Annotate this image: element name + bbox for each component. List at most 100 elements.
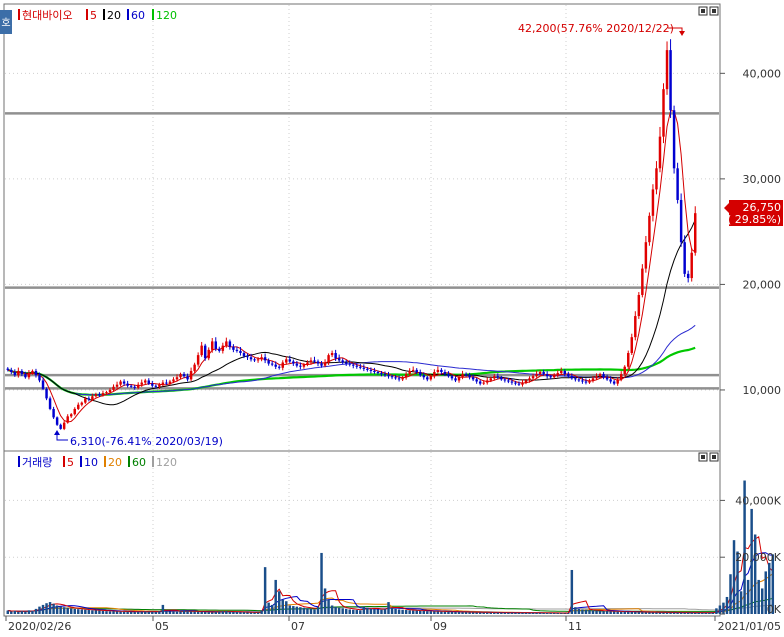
- price-tick-label: 40,000: [743, 67, 782, 80]
- volume-bar: [200, 611, 203, 614]
- volume-bar: [221, 611, 225, 614]
- volume-bar: [344, 608, 348, 614]
- volume-bar: [214, 612, 218, 614]
- volume-bar: [567, 613, 570, 614]
- volume-bar: [253, 612, 256, 614]
- current-change: ( 29.85%): [727, 213, 781, 226]
- volume-bar: [535, 612, 538, 614]
- volume-bar: [701, 612, 704, 614]
- volume-bar: [175, 611, 179, 614]
- volume-bar: [757, 579, 760, 614]
- volume-bar: [147, 611, 151, 614]
- candle: [690, 248, 693, 282]
- volume-bar: [598, 610, 602, 614]
- legend-vol-ma5: 5: [67, 456, 74, 469]
- volume-bar: [20, 611, 24, 614]
- volume-bar: [612, 611, 616, 614]
- legend-ma20: 20: [107, 9, 121, 22]
- volume-bar: [77, 609, 80, 614]
- candle: [203, 343, 207, 361]
- volume-bar: [161, 604, 165, 614]
- volume-bar: [133, 612, 136, 614]
- volume-bar: [327, 599, 330, 614]
- side-tab-label: 호: [1, 17, 10, 29]
- date-tick-label: 2020/02/26: [8, 620, 71, 633]
- date-tick-label: 11: [568, 620, 582, 633]
- volume-bar: [496, 612, 500, 614]
- candle: [45, 387, 48, 401]
- volume-bar: [468, 612, 471, 614]
- price-tick-label: 30,000: [743, 173, 782, 186]
- volume-bar: [602, 611, 605, 614]
- volume-bar: [122, 611, 126, 614]
- volume-bar: [154, 612, 158, 614]
- volume-bar: [461, 612, 464, 614]
- price-tick-label: 20,000: [743, 278, 782, 291]
- volume-bar: [672, 612, 676, 614]
- volume-bar: [514, 612, 517, 614]
- volume-bar: [38, 606, 41, 614]
- volume-bar: [521, 612, 524, 614]
- volume-bar: [119, 611, 122, 614]
- volume-bar: [189, 611, 193, 614]
- volume-bar: [397, 609, 401, 614]
- volume-bar: [6, 610, 9, 614]
- volume-bar: [686, 612, 690, 614]
- candle: [694, 206, 697, 256]
- volume-panel-frame: [3, 450, 721, 617]
- volume-bar: [334, 606, 337, 614]
- volume-bar: [619, 611, 623, 614]
- volume-tick-label: 40,000K: [735, 494, 781, 507]
- volume-bar: [408, 610, 411, 614]
- candle: [55, 416, 59, 426]
- volume-bar: [341, 608, 344, 614]
- volume-bar: [387, 602, 390, 614]
- volume-bar: [330, 605, 334, 614]
- volume-bar: [510, 612, 514, 614]
- volume-bar: [711, 612, 715, 614]
- volume-bar: [708, 612, 711, 614]
- legend-vol-ma10: 10: [84, 456, 98, 469]
- volume-bar: [584, 609, 588, 614]
- volume-bar: [524, 612, 528, 614]
- volume-bar: [112, 611, 115, 614]
- volume-bar: [485, 612, 489, 614]
- volume-bar: [605, 611, 609, 614]
- volume-bar: [369, 608, 373, 614]
- volume-bar: [507, 612, 510, 614]
- volume-bar: [394, 608, 397, 614]
- legend-ma120: 120: [156, 9, 177, 22]
- chart-canvas: 호 10,000 20,000 30,000 40,000 0K 20,000K 40,00…: [0, 3, 783, 633]
- volume-bar: [570, 569, 574, 614]
- legend-ma5: 5: [90, 9, 97, 22]
- volume-bar: [302, 607, 306, 614]
- volume-bar: [655, 612, 658, 614]
- volume-bar: [729, 574, 732, 614]
- legend-vol-ma120: 120: [156, 456, 177, 469]
- volume-bar: [98, 610, 101, 614]
- volume-bar: [232, 612, 235, 614]
- volume-bar: [48, 602, 52, 614]
- volume-bar: [267, 602, 270, 614]
- volume-bar: [10, 611, 13, 614]
- volume-bar: [228, 611, 232, 614]
- high-price-annotation: 42,200(57.76% 2020/12/22): [518, 22, 674, 35]
- volume-bar: [489, 612, 492, 614]
- volume-bar: [457, 612, 461, 614]
- volume-bar: [690, 612, 693, 614]
- volume-bar: [373, 609, 376, 614]
- volume-bar: [517, 612, 521, 614]
- volume-bar: [320, 552, 323, 614]
- volume-bar: [31, 610, 34, 614]
- volume-bar: [380, 609, 383, 614]
- volume-bar: [725, 596, 729, 614]
- volume-bar: [288, 605, 292, 614]
- candle: [648, 212, 651, 246]
- volume-bar: [203, 612, 207, 614]
- volume-bar: [644, 612, 648, 614]
- volume-bar: [411, 610, 415, 614]
- stock-chart: 호 10,000 20,000 30,000 40,000 0K 20,000K 40,00…: [0, 0, 784, 633]
- volume-bar: [609, 611, 612, 614]
- volume-bar: [108, 611, 112, 614]
- volume-bar: [182, 610, 186, 614]
